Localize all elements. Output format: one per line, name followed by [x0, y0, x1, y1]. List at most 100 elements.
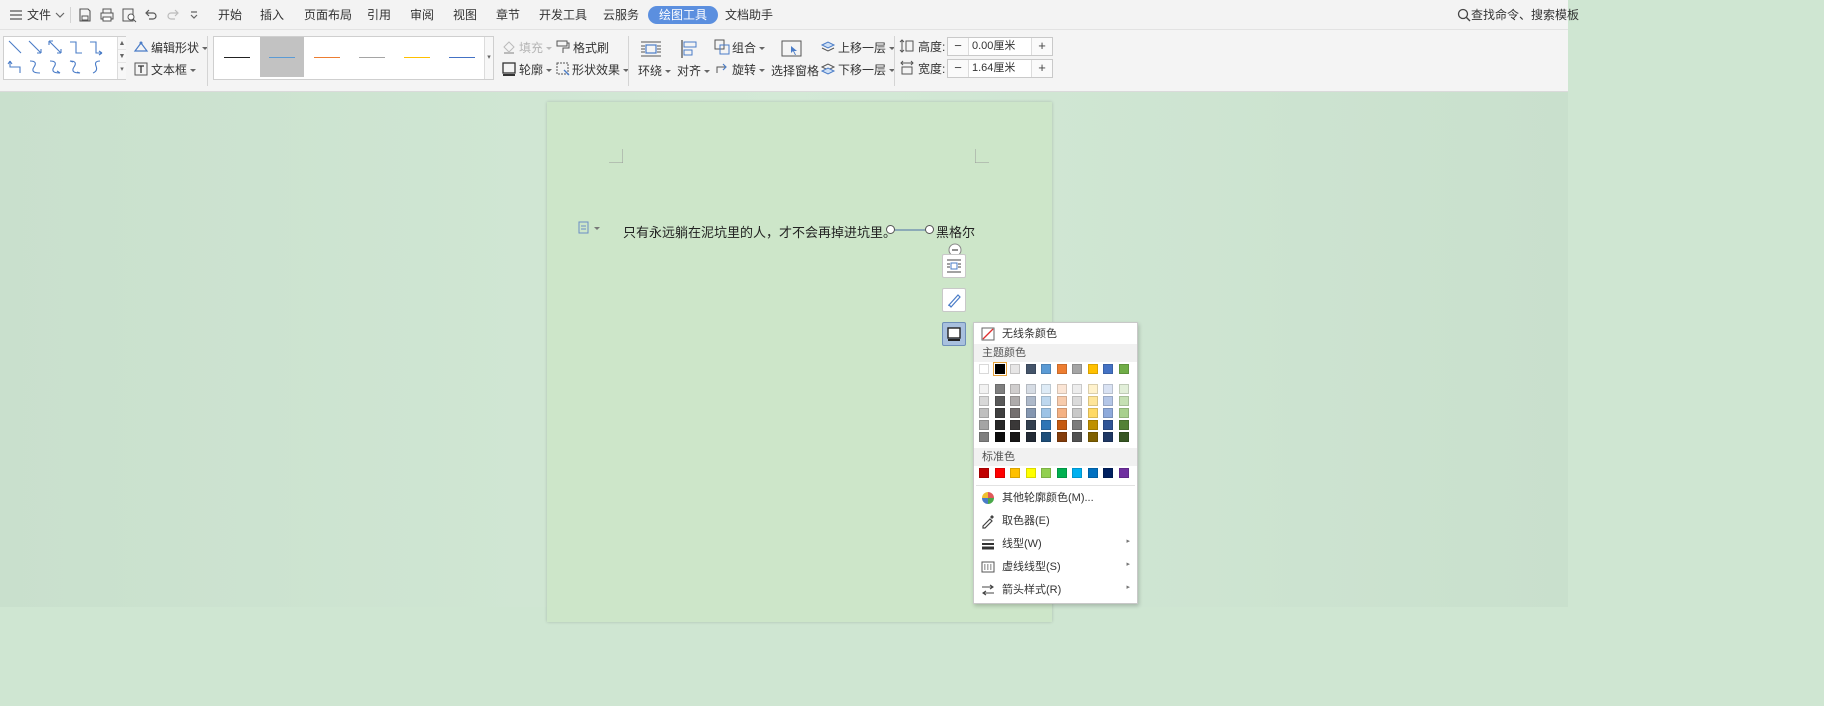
customize-toolbar-icon[interactable] — [186, 7, 202, 23]
line-style-option[interactable] — [215, 37, 259, 77]
theme-shade-swatch[interactable] — [979, 420, 989, 430]
theme-shade-swatch[interactable] — [1103, 420, 1113, 430]
tab-home[interactable]: 开始 — [218, 0, 242, 30]
theme-shade-swatch[interactable] — [1010, 420, 1020, 430]
line-style-option[interactable] — [395, 37, 439, 77]
theme-shade-swatch[interactable] — [1056, 408, 1067, 418]
fill-button[interactable]: 填充 — [519, 40, 553, 56]
theme-shade-swatch[interactable] — [1010, 408, 1020, 418]
theme-shade-swatch[interactable] — [1072, 420, 1082, 430]
theme-shade-swatch[interactable] — [1041, 432, 1051, 442]
theme-shade-swatch[interactable] — [1056, 384, 1067, 394]
theme-shade-swatch[interactable] — [1087, 432, 1098, 442]
print-preview-icon[interactable] — [121, 7, 137, 23]
width-increase-button[interactable]: + — [1032, 60, 1052, 77]
chevron-down-icon[interactable] — [52, 7, 68, 23]
paste-options-icon[interactable] — [578, 221, 604, 235]
theme-shade-swatch[interactable] — [979, 432, 989, 442]
standard-color-swatch[interactable] — [1118, 468, 1129, 478]
theme-color-swatch[interactable] — [1118, 364, 1129, 374]
width-value[interactable]: 1.64厘米 — [968, 60, 1032, 77]
dash-type-item[interactable]: 虚线线型(S) ▸ — [974, 556, 1137, 578]
group-button[interactable]: 组合 — [732, 40, 766, 56]
theme-shade-swatch[interactable] — [1056, 420, 1067, 430]
standard-color-swatch[interactable] — [1025, 468, 1036, 478]
theme-shade-swatch[interactable] — [1118, 408, 1129, 418]
standard-color-swatch[interactable] — [1072, 468, 1082, 478]
standard-color-swatch[interactable] — [994, 468, 1005, 478]
theme-shade-swatch[interactable] — [1056, 432, 1067, 442]
shape-outline-button[interactable] — [942, 322, 966, 346]
tab-view[interactable]: 视图 — [453, 0, 477, 30]
outline-button[interactable]: 轮廓 — [519, 62, 553, 78]
theme-shade-swatch[interactable] — [1087, 408, 1098, 418]
selection-pane-button[interactable]: 选择窗格 — [771, 63, 819, 79]
theme-shade-swatch[interactable] — [1041, 408, 1051, 418]
theme-shade-swatch[interactable] — [1010, 432, 1020, 442]
theme-shade-swatch[interactable] — [1087, 420, 1098, 430]
theme-shade-swatch[interactable] — [1118, 420, 1129, 430]
theme-shade-swatch[interactable] — [1103, 408, 1113, 418]
theme-shade-swatch[interactable] — [1103, 396, 1113, 406]
search-icon[interactable] — [1456, 7, 1472, 23]
theme-shade-swatch[interactable] — [994, 396, 1005, 406]
theme-color-swatch[interactable] — [1072, 364, 1082, 374]
undo-icon[interactable] — [143, 7, 159, 23]
scroll-up-icon[interactable]: ▲ — [118, 37, 126, 50]
scroll-down-icon[interactable]: ▼ — [118, 50, 126, 63]
gallery-expand-icon[interactable]: ▾ — [485, 37, 493, 61]
theme-shade-swatch[interactable] — [1056, 396, 1067, 406]
gallery-scrollbar[interactable]: ▲ ▼ ▾ — [117, 37, 126, 79]
align-button[interactable]: 对齐 — [677, 63, 711, 79]
theme-color-swatch[interactable] — [1087, 364, 1098, 374]
standard-color-swatch[interactable] — [979, 468, 989, 478]
width-decrease-button[interactable]: − — [948, 60, 968, 77]
tab-chapter[interactable]: 章节 — [496, 0, 520, 30]
theme-shade-swatch[interactable] — [1041, 384, 1051, 394]
author-text[interactable]: 黑格尔 — [936, 222, 975, 241]
line-type-item[interactable]: 线型(W) ▸ — [974, 533, 1137, 555]
shape-style-button[interactable] — [942, 288, 966, 312]
tab-doc-assistant[interactable]: 文档助手 — [725, 0, 773, 30]
layout-options-button[interactable] — [942, 254, 966, 278]
line-end-handle[interactable] — [925, 225, 934, 234]
theme-shade-swatch[interactable] — [1025, 408, 1036, 418]
tab-references[interactable]: 引用 — [367, 0, 391, 30]
line-start-handle[interactable] — [886, 225, 895, 234]
format-painter-button[interactable]: 格式刷 — [573, 40, 609, 56]
standard-color-swatch[interactable] — [1010, 468, 1020, 478]
arrow-style-item[interactable]: 箭头样式(R) ▸ — [974, 579, 1137, 601]
save-icon[interactable] — [77, 7, 93, 23]
tab-developer[interactable]: 开发工具 — [539, 0, 587, 30]
height-increase-button[interactable]: + — [1032, 38, 1052, 55]
theme-color-swatch[interactable] — [1103, 364, 1113, 374]
line-style-option[interactable] — [440, 37, 484, 77]
tab-insert[interactable]: 插入 — [260, 0, 284, 30]
theme-shade-swatch[interactable] — [1041, 396, 1051, 406]
theme-shade-swatch[interactable] — [1087, 384, 1098, 394]
theme-color-swatch[interactable] — [1056, 364, 1067, 374]
hamburger-menu-icon[interactable] — [8, 7, 24, 23]
wrap-button[interactable]: 环绕 — [638, 63, 672, 79]
theme-shade-swatch[interactable] — [994, 432, 1005, 442]
shape-effects-button[interactable]: 形状效果 — [572, 62, 630, 78]
text-box-button[interactable]: 文本框 — [151, 62, 197, 78]
search-commands[interactable]: 查找命令、搜索模板 — [1471, 0, 1579, 30]
quote-text[interactable]: 只有永远躺在泥坑里的人，才不会再掉进坑里。 — [623, 222, 896, 241]
standard-color-swatch[interactable] — [1103, 468, 1113, 478]
no-line-color-item[interactable]: 无线条颜色 — [974, 323, 1137, 345]
tab-cloud[interactable]: 云服务 — [603, 0, 639, 30]
height-decrease-button[interactable]: − — [948, 38, 968, 55]
height-field[interactable]: − 0.00厘米 + — [947, 37, 1053, 56]
theme-color-swatch[interactable] — [1025, 364, 1036, 374]
theme-shade-swatch[interactable] — [979, 384, 989, 394]
tab-review[interactable]: 审阅 — [410, 0, 434, 30]
theme-shade-swatch[interactable] — [979, 408, 989, 418]
theme-shade-swatch[interactable] — [1025, 384, 1036, 394]
print-icon[interactable] — [99, 7, 115, 23]
theme-shade-swatch[interactable] — [1025, 396, 1036, 406]
theme-color-swatch[interactable] — [979, 364, 989, 374]
theme-color-swatch[interactable] — [1041, 364, 1051, 374]
standard-color-swatch[interactable] — [1087, 468, 1098, 478]
bring-forward-button[interactable]: 上移一层 — [838, 40, 896, 56]
